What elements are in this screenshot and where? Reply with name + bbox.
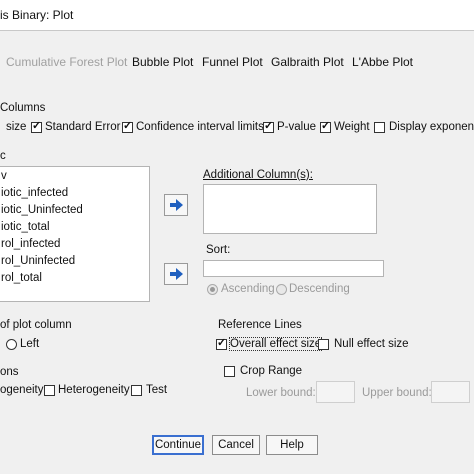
lower-bound-input[interactable]	[316, 381, 355, 403]
overall-effect-size-checkbox[interactable]	[216, 336, 227, 350]
confidence-interval-checkbox[interactable]	[122, 119, 133, 133]
move-to-additional-columns-button[interactable]	[164, 194, 188, 216]
sort-label: Sort:	[206, 244, 231, 256]
left-radio[interactable]	[6, 339, 17, 350]
ascending-radio[interactable]	[207, 284, 218, 295]
heterogeneity-label: Heterogeneity	[58, 384, 130, 396]
list-item[interactable]: v	[1, 170, 7, 182]
standard-error-checkbox[interactable]	[31, 119, 42, 133]
list-item[interactable]: iotic_infected	[1, 187, 68, 199]
move-to-sort-button[interactable]	[164, 263, 188, 285]
null-effect-size-label: Null effect size	[334, 338, 409, 350]
overall-effect-size-label: Overall effect size	[228, 337, 323, 351]
lower-bound-label: Lower bound:	[246, 387, 316, 399]
sort-field[interactable]	[203, 260, 384, 277]
tab-funnel-plot[interactable]: Funnel Plot	[198, 50, 267, 74]
ascending-label: Ascending	[221, 283, 275, 295]
variable-list-label: c	[0, 150, 6, 162]
list-item[interactable]: rol_Uninfected	[1, 255, 75, 267]
heterogeneity-checkbox[interactable]	[44, 385, 55, 396]
size-label: size	[6, 121, 27, 133]
standard-error-label: Standard Error	[45, 121, 121, 133]
arrow-right-icon	[170, 268, 183, 280]
list-item[interactable]: rol_total	[1, 272, 42, 284]
null-effect-size-checkbox[interactable]	[318, 339, 329, 350]
cancel-button[interactable]: Cancel	[212, 435, 260, 455]
list-item[interactable]: iotic_Uninfected	[1, 204, 83, 216]
p-value-checkbox[interactable]	[263, 119, 274, 133]
weight-checkbox[interactable]	[320, 119, 331, 133]
help-button[interactable]: Help	[266, 435, 318, 455]
options-label: ons	[0, 366, 19, 378]
additional-columns-list[interactable]	[203, 184, 377, 234]
tab-bubble-plot[interactable]: Bubble Plot	[128, 50, 197, 74]
list-item[interactable]: iotic_total	[1, 221, 50, 233]
confidence-interval-label: Confidence interval limits	[136, 121, 264, 133]
upper-bound-input[interactable]	[431, 381, 470, 403]
crop-range-label: Crop Range	[240, 365, 303, 377]
reference-lines-label: Reference Lines	[218, 319, 302, 331]
test-checkbox[interactable]	[131, 385, 142, 396]
window-title: is Binary: Plot	[0, 8, 74, 22]
tab-cumulative-forest-plot[interactable]: Cumulative Forest Plot	[2, 50, 131, 74]
crop-range-checkbox[interactable]	[224, 366, 235, 377]
descending-radio[interactable]	[276, 284, 287, 295]
list-item[interactable]: rol_infected	[1, 238, 60, 250]
display-exponent-checkbox[interactable]	[374, 122, 385, 133]
title-bar: is Binary: Plot	[0, 0, 474, 31]
columns-section-label: Columns	[0, 102, 46, 114]
homogeneity-label: ogeneity	[0, 384, 44, 396]
descending-label: Descending	[289, 283, 350, 295]
weight-label: Weight	[334, 121, 370, 133]
left-label: Left	[20, 338, 40, 350]
tab-labbe-plot[interactable]: L'Abbe Plot	[348, 50, 417, 74]
upper-bound-label: Upper bound:	[362, 387, 432, 399]
arrow-right-icon	[170, 199, 183, 211]
variable-list[interactable]: v iotic_infected iotic_Uninfected iotic_…	[0, 166, 150, 302]
continue-button[interactable]: Continue	[152, 435, 204, 455]
test-label: Test	[146, 384, 168, 396]
p-value-label: P-value	[277, 121, 316, 133]
additional-columns-label: Additional Column(s):	[203, 169, 313, 181]
plot-column-label: of plot column	[0, 319, 72, 331]
tab-galbraith-plot[interactable]: Galbraith Plot	[267, 50, 348, 74]
display-exponent-label: Display exponent	[389, 121, 474, 133]
